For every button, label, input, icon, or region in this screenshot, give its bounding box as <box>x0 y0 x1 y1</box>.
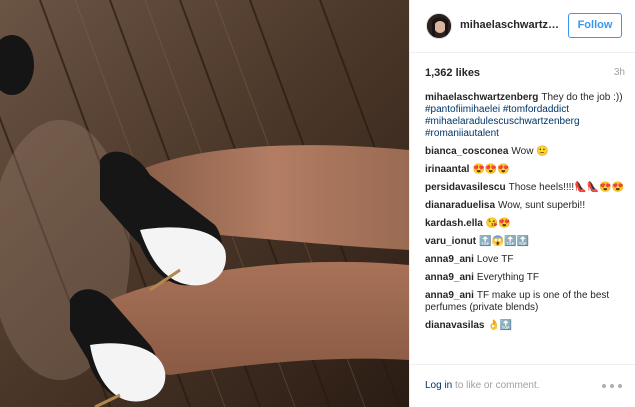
post-stats: 1,362 likes 3h <box>425 67 625 81</box>
post-photo[interactable] <box>0 0 409 407</box>
post-header: mihaelaschwartzen... Follow <box>410 0 635 53</box>
login-prompt-text: to like or comment. <box>452 380 540 391</box>
comment-username[interactable]: anna9_ani <box>425 272 474 283</box>
comment-text: 😍😍😍 <box>472 164 510 175</box>
comment-username[interactable]: varu_ionut <box>425 236 476 247</box>
comment-text: Wow 🙂 <box>511 146 549 157</box>
avatar-icon <box>427 14 451 38</box>
comment-item: varu_ionut 🔝😱🔝🔝 <box>425 236 629 248</box>
comment-item: dianavasilas 👌🔝 <box>425 320 629 332</box>
more-options-icon[interactable] <box>602 382 622 390</box>
comment-item: bianca_cosconea Wow 🙂 <box>425 146 629 158</box>
dot-icon <box>618 384 622 388</box>
comment-text: 😘😍 <box>485 218 511 229</box>
comment-text: Love TF <box>476 254 514 265</box>
follow-button[interactable]: Follow <box>568 13 622 38</box>
caption-hashtags[interactable]: #pantofiimihaelei #tomfordaddict #mihael… <box>425 104 580 139</box>
comment-username[interactable]: irinaantal <box>425 164 469 175</box>
caption: mihaelaschwartzenberg They do the job :))… <box>425 92 629 140</box>
comment-text: 🔝😱🔝🔝 <box>479 236 529 247</box>
comment-item: kardash.ella 😘😍 <box>425 218 629 230</box>
comment-text: Everything TF <box>476 272 539 283</box>
comment-username[interactable]: dianavasilas <box>425 320 484 331</box>
comment-list: mihaelaschwartzenberg They do the job :))… <box>425 92 629 338</box>
comment-text: Those heels!!!!👠👠😍😍 <box>508 182 625 193</box>
comment-item: anna9_ani TF make up is one of the best p… <box>425 290 629 314</box>
comment-item: dianaraduelisa Wow, sunt superbi!! <box>425 200 629 212</box>
post-sidebar: mihaelaschwartzen... Follow 1,362 likes … <box>409 0 635 407</box>
header-username[interactable]: mihaelaschwartzen... <box>460 19 564 31</box>
post-footer: Log in to like or comment. <box>410 364 635 407</box>
comment-username[interactable]: bianca_cosconea <box>425 146 508 157</box>
comment-text: 👌🔝 <box>487 320 513 331</box>
login-prompt: Log in to like or comment. <box>425 380 540 391</box>
photo-image <box>0 0 409 407</box>
caption-text: They do the job :)) <box>541 92 623 103</box>
comment-item: irinaantal 😍😍😍 <box>425 164 629 176</box>
comment-username[interactable]: anna9_ani <box>425 290 474 301</box>
login-link[interactable]: Log in <box>425 380 452 391</box>
comment-username[interactable]: anna9_ani <box>425 254 474 265</box>
comment-username[interactable]: dianaraduelisa <box>425 200 495 211</box>
comment-username[interactable]: kardash.ella <box>425 218 483 229</box>
profile-avatar[interactable] <box>426 13 452 39</box>
comment-item: anna9_ani Everything TF <box>425 272 629 284</box>
comment-text: Wow, sunt superbi!! <box>498 200 586 211</box>
comment-username[interactable]: persidavasilescu <box>425 182 506 193</box>
dot-icon <box>602 384 606 388</box>
comment-item: anna9_ani Love TF <box>425 254 629 266</box>
likes-count[interactable]: 1,362 likes <box>425 67 480 79</box>
dot-icon <box>610 384 614 388</box>
comment-item: persidavasilescu Those heels!!!!👠👠😍😍 <box>425 182 629 194</box>
caption-username[interactable]: mihaelaschwartzenberg <box>425 92 538 103</box>
post-time[interactable]: 3h <box>614 67 625 78</box>
